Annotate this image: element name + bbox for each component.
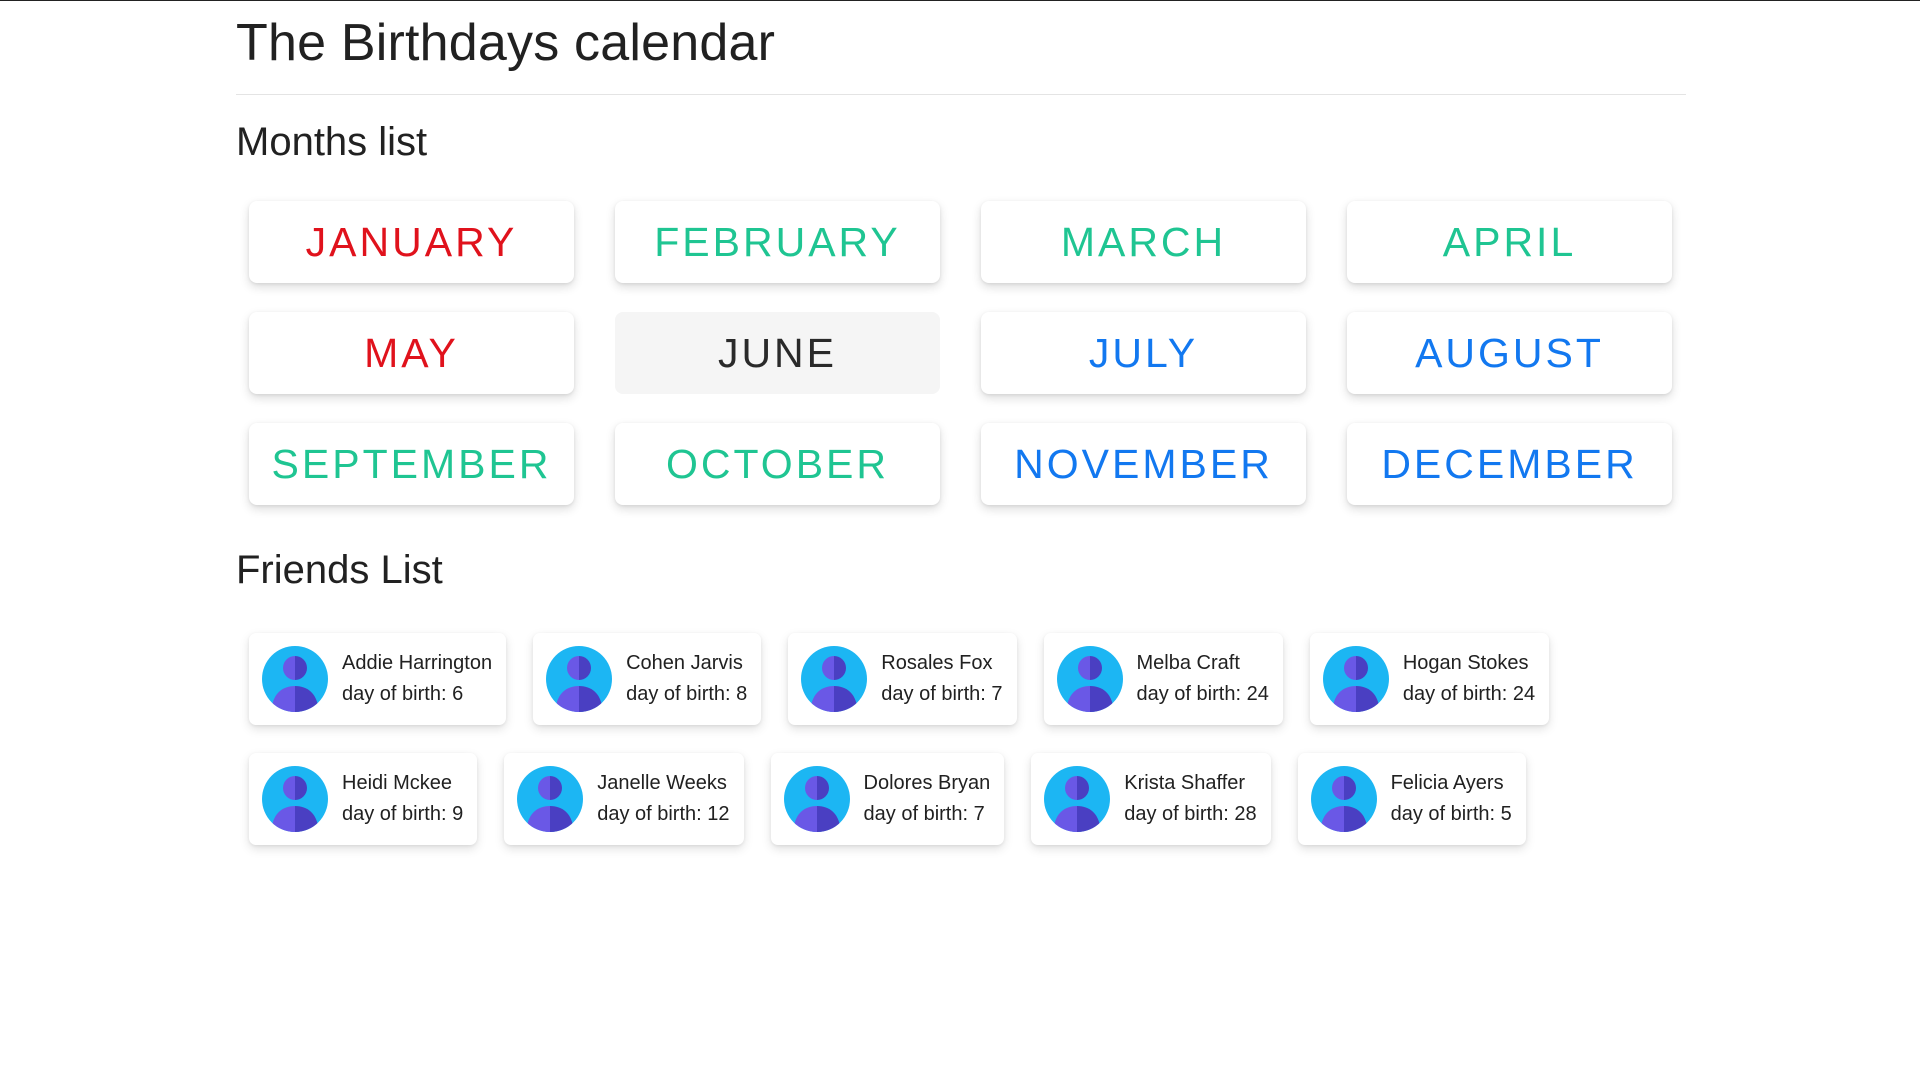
months-section-title: Months list [236, 120, 428, 164]
friend-card[interactable]: Melba Craft day of birth: 24 [1043, 633, 1283, 725]
month-button-june[interactable]: JUNE [615, 312, 940, 394]
friend-info: Addie Harrington day of birth: 6 [342, 648, 492, 710]
friend-name: Felicia Ayers [1390, 772, 1504, 794]
friend-card[interactable]: Felicia Ayers day of birth: 5 [1297, 753, 1526, 845]
day-of-birth-label: day of birth: [342, 803, 447, 825]
friend-day-of-birth: day of birth: 6 [342, 679, 492, 710]
day-of-birth-label: day of birth: [597, 803, 702, 825]
day-of-birth-value: 8 [736, 683, 748, 705]
day-of-birth-value: 12 [707, 803, 730, 825]
day-of-birth-value: 7 [973, 803, 985, 825]
day-of-birth-label: day of birth: [881, 683, 986, 705]
user-avatar-icon [783, 766, 850, 832]
friend-info: Cohen Jarvis day of birth: 8 [626, 648, 747, 710]
user-avatar-icon [262, 766, 328, 832]
friend-name: Heidi Mckee [342, 772, 453, 794]
user-avatar-icon [1056, 646, 1123, 712]
day-of-birth-value: 28 [1234, 803, 1257, 825]
friend-day-of-birth: day of birth: 24 [1137, 679, 1269, 710]
friend-day-of-birth: day of birth: 7 [864, 799, 991, 830]
user-avatar-icon [801, 646, 868, 712]
month-button-july[interactable]: JULY [981, 312, 1306, 394]
friend-card[interactable]: Krista Shaffer day of birth: 28 [1031, 753, 1271, 845]
friends-section-title: Friends List [236, 548, 443, 592]
friend-name: Dolores Bryan [863, 772, 991, 794]
friend-card[interactable]: Rosales Fox day of birth: 7 [788, 633, 1017, 725]
friend-day-of-birth: day of birth: 12 [597, 799, 729, 830]
month-button-september[interactable]: SEPTEMBER [249, 423, 574, 505]
friend-info: Rosales Fox day of birth: 7 [881, 648, 1002, 710]
friend-name: Addie Harrington [342, 652, 493, 674]
friend-day-of-birth: day of birth: 9 [342, 799, 463, 830]
user-avatar-icon [1044, 766, 1111, 832]
friend-info: Krista Shaffer day of birth: 28 [1124, 768, 1256, 830]
day-of-birth-value: 24 [1246, 683, 1269, 705]
day-of-birth-label: day of birth: [1124, 803, 1229, 825]
day-of-birth-value: 9 [452, 803, 464, 825]
friend-day-of-birth: day of birth: 8 [626, 679, 747, 710]
friend-info: Heidi Mckee day of birth: 9 [342, 768, 463, 830]
day-of-birth-label: day of birth: [1390, 803, 1496, 825]
friend-info: Melba Craft day of birth: 24 [1137, 648, 1269, 710]
friends-row: Heidi Mckee day of birth: 9 Janelle Weeks da… [249, 753, 1686, 845]
month-button-january[interactable]: JANUARY [249, 201, 574, 283]
month-button-april[interactable]: APRIL [1347, 201, 1672, 283]
month-button-december[interactable]: DECEMBER [1347, 423, 1672, 505]
month-button-february[interactable]: FEBRUARY [615, 201, 940, 283]
user-avatar-icon [262, 646, 328, 712]
page-title: The Birthdays calendar [236, 14, 776, 72]
user-avatar-icon [546, 646, 613, 712]
day-of-birth-value: 5 [1500, 803, 1512, 825]
main-container: The Birthdays calendar Months list JANUA… [236, 0, 1686, 845]
day-of-birth-label: day of birth: [342, 683, 447, 705]
user-avatar-icon [517, 766, 584, 832]
day-of-birth-value: 7 [991, 683, 1003, 705]
friend-day-of-birth: day of birth: 24 [1403, 679, 1535, 710]
month-button-may[interactable]: MAY [249, 312, 574, 394]
friend-card[interactable]: Heidi Mckee day of birth: 9 [249, 753, 478, 845]
day-of-birth-label: day of birth: [626, 683, 731, 705]
friends-row: Addie Harrington day of birth: 6 Cohen Jarv… [249, 633, 1686, 725]
friend-card[interactable]: Cohen Jarvis day of birth: 8 [533, 633, 762, 725]
friend-day-of-birth: day of birth: 5 [1391, 799, 1512, 830]
friend-card[interactable]: Dolores Bryan day of birth: 7 [770, 753, 1005, 845]
friend-info: Dolores Bryan day of birth: 7 [864, 768, 991, 830]
friend-name: Krista Shaffer [1124, 772, 1246, 794]
month-button-november[interactable]: NOVEMBER [981, 423, 1306, 505]
months-grid: JANUARY FEBRUARY MARCH APRIL MAY JUNE JULY AUGU… [249, 201, 1686, 505]
friend-card[interactable]: Hogan Stokes day of birth: 24 [1309, 633, 1550, 725]
friend-name: Melba Craft [1136, 652, 1240, 674]
friend-card[interactable]: Addie Harrington day of birth: 6 [249, 633, 507, 725]
user-avatar-icon [1322, 646, 1389, 712]
friend-day-of-birth: day of birth: 7 [881, 679, 1002, 710]
month-button-august[interactable]: AUGUST [1347, 312, 1672, 394]
friend-info: Hogan Stokes day of birth: 24 [1403, 648, 1535, 710]
friend-info: Felicia Ayers day of birth: 5 [1391, 768, 1512, 830]
day-of-birth-label: day of birth: [1136, 683, 1242, 705]
day-of-birth-value: 6 [452, 683, 464, 705]
friend-card[interactable]: Janelle Weeks day of birth: 12 [504, 753, 744, 845]
day-of-birth-value: 24 [1512, 683, 1536, 705]
day-of-birth-label: day of birth: [863, 803, 969, 825]
title-divider [236, 94, 1686, 95]
day-of-birth-label: day of birth: [1402, 683, 1508, 705]
friend-info: Janelle Weeks day of birth: 12 [597, 768, 729, 830]
user-avatar-icon [1310, 766, 1377, 832]
month-button-october[interactable]: OCTOBER [615, 423, 940, 505]
friend-name: Janelle Weeks [597, 772, 727, 794]
friend-name: Hogan Stokes [1402, 652, 1529, 674]
friend-day-of-birth: day of birth: 28 [1124, 799, 1256, 830]
month-button-march[interactable]: MARCH [981, 201, 1306, 283]
friend-name: Cohen Jarvis [626, 652, 743, 674]
friend-name: Rosales Fox [881, 652, 993, 674]
